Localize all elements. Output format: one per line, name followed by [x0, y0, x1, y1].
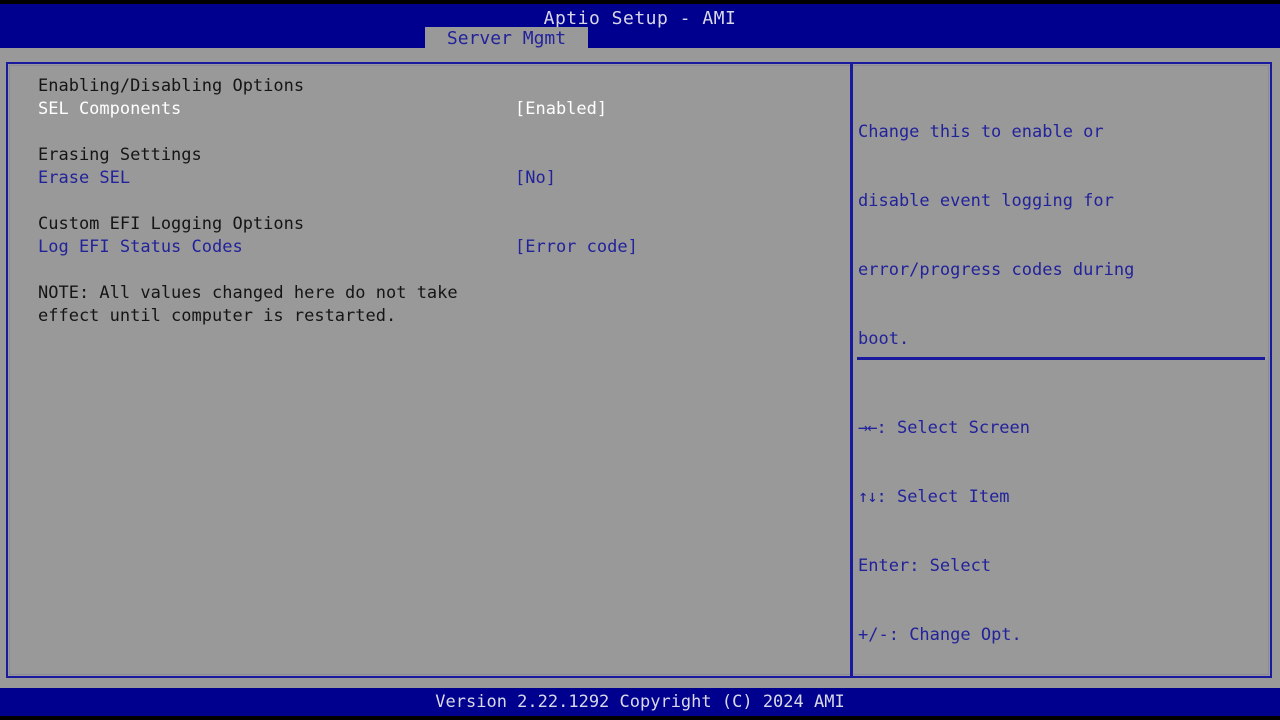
section-heading-label: Enabling/Disabling Options	[38, 75, 304, 98]
version-text: Version 2.22.1292 Copyright (C) 2024 AMI	[0, 691, 1280, 714]
section-heading-label: Custom EFI Logging Options	[38, 213, 304, 236]
key-legend-label: : Change Opt.	[889, 625, 1022, 645]
note-text: NOTE: All values changed here do not tak…	[38, 282, 458, 305]
spacer-3	[38, 259, 828, 282]
setting-value-sel-components[interactable]: [Enabled]	[515, 98, 607, 121]
help-text-line: disable event logging for	[858, 190, 1258, 213]
arrow-up-down-icon: ↑↓	[858, 487, 876, 507]
spacer-1	[38, 121, 828, 144]
pane-divider	[850, 63, 853, 677]
spacer-2	[38, 190, 828, 213]
arrow-left-right-icon: →←	[858, 418, 876, 438]
setting-row-sel-components[interactable]: SEL Components [Enabled]	[38, 98, 828, 121]
help-text-line: error/progress codes during	[858, 259, 1258, 282]
setting-row-erase-sel[interactable]: Erase SEL [No]	[38, 167, 828, 190]
tab-server-mgmt[interactable]: Server Mgmt	[425, 27, 588, 50]
setting-label-sel-components: SEL Components	[38, 98, 181, 121]
setting-label-log-efi-status-codes: Log EFI Status Codes	[38, 236, 243, 259]
note-line-2: effect until computer is restarted.	[38, 305, 828, 328]
key-name: +/-	[858, 625, 889, 645]
section-heading-custom-efi-logging: Custom EFI Logging Options	[38, 213, 828, 236]
key-legend-label: : Select	[909, 556, 991, 576]
key-legend-label: : Select Screen	[876, 418, 1030, 438]
app-title: Aptio Setup - AMI	[0, 7, 1280, 30]
key-name: Enter	[858, 556, 909, 576]
help-keys-separator	[857, 357, 1265, 360]
setting-label-erase-sel: Erase SEL	[38, 167, 130, 190]
note-text: effect until computer is restarted.	[38, 305, 396, 328]
key-legend-select-item: ↑↓: Select Item	[858, 486, 1258, 509]
key-legend-label: : Select Item	[876, 487, 1009, 507]
key-legend-select-screen: →←: Select Screen	[858, 417, 1258, 440]
setting-value-erase-sel[interactable]: [No]	[515, 167, 556, 190]
setting-row-log-efi-status-codes[interactable]: Log EFI Status Codes [Error code]	[38, 236, 828, 259]
bios-setup-screen: Aptio Setup - AMI Server Mgmt Enabling/D…	[0, 0, 1280, 720]
key-legend: →←: Select Screen ↑↓: Select Item Enter:…	[858, 371, 1258, 720]
key-legend-enter: Enter: Select	[858, 555, 1258, 578]
note-line-1: NOTE: All values changed here do not tak…	[38, 282, 828, 305]
section-heading-label: Erasing Settings	[38, 144, 202, 167]
key-legend-change-opt: +/-: Change Opt.	[858, 624, 1258, 647]
section-heading-erasing-settings: Erasing Settings	[38, 144, 828, 167]
help-pane: Change this to enable or disable event l…	[858, 75, 1258, 397]
section-heading-enabling-disabling: Enabling/Disabling Options	[38, 75, 828, 98]
setting-value-log-efi-status-codes[interactable]: [Error code]	[515, 236, 638, 259]
help-text-line: Change this to enable or	[858, 121, 1258, 144]
bottom-black-bar	[0, 716, 1280, 720]
settings-pane: Enabling/Disabling Options SEL Component…	[38, 75, 828, 328]
help-text-line: boot.	[858, 328, 1258, 351]
